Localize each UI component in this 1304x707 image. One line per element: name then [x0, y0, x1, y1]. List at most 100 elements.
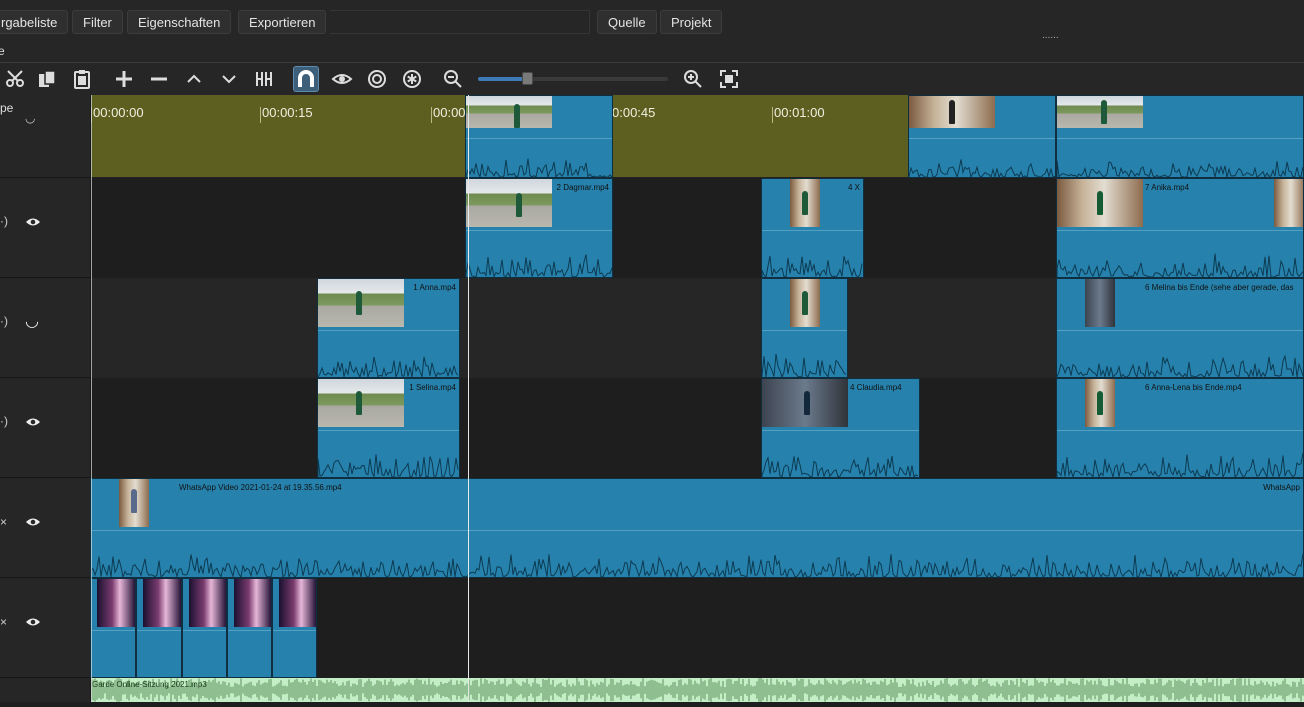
clip-6-melina[interactable]: 6 Melina bis Ende (sehe aber gerade, das: [1056, 278, 1304, 378]
audio-waveform: [1057, 452, 1303, 477]
eye-icon: [331, 74, 353, 84]
clip-7-anika[interactable]: 7 Anika.mp4: [1056, 178, 1304, 278]
ripple-toggle-button[interactable]: [364, 66, 390, 92]
cut-button[interactable]: [2, 66, 28, 92]
clip-stage-3[interactable]: [182, 578, 227, 678]
track-3-eye-icon[interactable]: [25, 416, 41, 428]
clipboard-icon: [74, 70, 90, 89]
ripple-all-tracks-button[interactable]: [399, 66, 425, 92]
split-icon: [256, 72, 272, 86]
zoom-out-button[interactable]: [440, 66, 466, 92]
clip-t2-b[interactable]: [761, 278, 848, 378]
ruler-label-2: 00:00: [433, 105, 466, 120]
clip-thumbnail: [1085, 279, 1115, 327]
clip-name: 6 Anna-Lena bis Ende.mp4: [1145, 383, 1242, 392]
clip-4-claudia[interactable]: 4 Claudia.mp4: [761, 378, 920, 478]
clip-t0-b[interactable]: [908, 95, 1056, 178]
track-4-mute-icon[interactable]: ×: [0, 515, 7, 529]
zoom-slider-fill: [478, 77, 528, 81]
clip-thumbnail: [466, 96, 552, 128]
clip-6-anna-lena[interactable]: 6 Anna-Lena bis Ende.mp4: [1056, 378, 1304, 478]
track-header-title: pe: [0, 101, 14, 115]
tab-quelle[interactable]: Quelle: [597, 10, 657, 34]
ruler-tick: [772, 107, 773, 123]
clip-stage-4[interactable]: [227, 578, 272, 678]
clip-thumbnail: [318, 279, 404, 327]
track-5-eye-icon[interactable]: [25, 616, 41, 628]
track-header-5[interactable]: ×: [0, 578, 90, 678]
minus-icon: [151, 77, 167, 81]
track-2-mute-icon[interactable]: ·): [0, 314, 8, 328]
clip-stage-1[interactable]: [90, 578, 136, 678]
overwrite-button[interactable]: [216, 66, 242, 92]
clip-name: 4 Claudia.mp4: [850, 383, 902, 392]
clip-thumbnail-end: [1274, 179, 1303, 227]
track-headers: ◡ ·) ·) ◡ ·) × ×: [0, 95, 91, 702]
ripple-delete-button[interactable]: [146, 66, 172, 92]
clip-whatsapp-video[interactable]: WhatsApp Video 2021-01-24 at 19.35.56.mp…: [90, 478, 1304, 578]
track-header-0[interactable]: ◡: [0, 95, 90, 178]
clip-1-anna[interactable]: 1 Anna.mp4: [317, 278, 460, 378]
zoom-in-button[interactable]: [680, 66, 706, 92]
track-header-1[interactable]: ·): [0, 178, 90, 278]
tab-projekt[interactable]: Projekt: [660, 10, 723, 34]
track-header-3[interactable]: ·): [0, 378, 90, 478]
playhead[interactable]: [468, 95, 469, 702]
clip-thumbnail: [279, 579, 316, 627]
audio-waveform: [1057, 354, 1303, 377]
clip-thumbnail: [762, 379, 848, 427]
scrub-toggle-button[interactable]: [329, 66, 355, 92]
copy-icon: [39, 70, 56, 87]
clip-thumbnail: [1057, 96, 1143, 128]
clip-4-x[interactable]: 4 X: [761, 178, 864, 278]
track-0-toggle-icon[interactable]: ◡: [25, 111, 35, 125]
audio-waveform: [90, 678, 1304, 702]
magnet-icon: [298, 70, 314, 87]
lift-button[interactable]: [181, 66, 207, 92]
track-2-hidden-icon[interactable]: ◡: [25, 311, 39, 331]
track-5-mute-icon[interactable]: ×: [0, 615, 7, 629]
tab-exportieren[interactable]: Exportieren: [238, 10, 327, 34]
clip-stage-5[interactable]: [272, 578, 317, 678]
copy-button[interactable]: [34, 66, 60, 92]
audio-waveform: [909, 158, 1055, 177]
clip-1-selina[interactable]: 1 Selina.mp4: [317, 378, 460, 478]
clip-2-dagmar[interactable]: 2 Dagmar.mp4: [465, 178, 613, 278]
track-1-mute-icon[interactable]: ·): [0, 214, 8, 228]
panel-drag-grip[interactable]: ......: [1042, 30, 1059, 41]
clip-thumbnail: [790, 179, 820, 227]
timeline-title: e: [0, 44, 5, 58]
tab-filter[interactable]: Filter: [72, 10, 123, 34]
clip-name: 2 Dagmar.mp4: [556, 183, 609, 192]
clip-t0-a[interactable]: [465, 95, 613, 178]
track-1-eye-icon[interactable]: [25, 216, 41, 228]
timeline-start-line: [91, 95, 92, 702]
audio-clip-garde[interactable]: [90, 678, 1304, 702]
track-header-2[interactable]: ·) ◡: [0, 278, 90, 378]
ruler-label-0: 00:00:00: [93, 105, 144, 120]
track-header-4[interactable]: ×: [0, 478, 90, 578]
clip-name-end: WhatsApp: [1263, 483, 1300, 492]
clip-thumbnail: [119, 479, 149, 527]
snap-toggle-button[interactable]: [293, 66, 319, 92]
audio-waveform: [466, 158, 612, 177]
clip-t0-c[interactable]: [1056, 95, 1304, 178]
track-3-mute-icon[interactable]: ·): [0, 414, 8, 428]
clip-thumbnail: [97, 579, 135, 627]
clip-thumbnail: [790, 279, 820, 327]
zoom-fit-button[interactable]: [716, 66, 742, 92]
clip-name: 1 Anna.mp4: [413, 283, 456, 292]
clip-name: 7 Anika.mp4: [1145, 183, 1190, 192]
clip-thumbnail: [189, 579, 226, 627]
split-button[interactable]: [251, 66, 277, 92]
audio-clip-name: Garde Online-Sitzung 2021.mp3: [92, 680, 207, 689]
track-4-eye-icon[interactable]: [25, 516, 41, 528]
clip-stage-2[interactable]: [136, 578, 182, 678]
clip-thumbnail: [1057, 179, 1143, 227]
clip-thumbnail: [909, 96, 995, 128]
append-button[interactable]: [111, 66, 137, 92]
paste-button[interactable]: [69, 66, 95, 92]
zoom-slider-handle[interactable]: [522, 72, 534, 85]
tab-eigenschaften[interactable]: Eigenschaften: [127, 10, 232, 34]
tab-ausgabeliste[interactable]: rgabeliste: [0, 10, 69, 34]
